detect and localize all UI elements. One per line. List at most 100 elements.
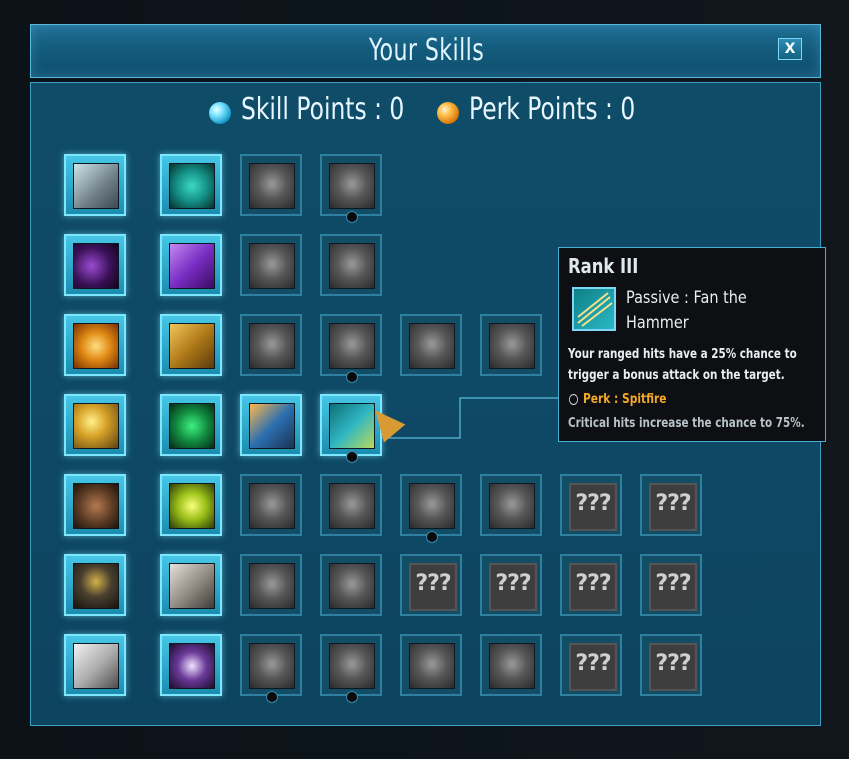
- skill-slot[interactable]: ???: [640, 474, 702, 536]
- skill-slot[interactable]: [64, 154, 126, 216]
- skill-slot[interactable]: ???: [640, 634, 702, 696]
- skill-slot[interactable]: ???: [560, 554, 622, 616]
- skill-slot[interactable]: [320, 554, 382, 616]
- bomb-icon: [249, 643, 295, 689]
- skill-slot[interactable]: [400, 634, 462, 696]
- tooltip-desc-line-2: trigger a bonus attack on the target.: [568, 368, 785, 383]
- skill-slot[interactable]: [320, 314, 382, 376]
- mine-icon: [489, 643, 535, 689]
- skill-slot[interactable]: [160, 394, 222, 456]
- locked-skill-label: ???: [495, 571, 531, 596]
- skill-slot[interactable]: [160, 474, 222, 536]
- skill-slot[interactable]: [160, 634, 222, 696]
- perk-points-text: Perk Points : 0: [469, 92, 636, 127]
- white-hood-icon: [73, 643, 119, 689]
- locked-skill-label: ???: [575, 651, 611, 676]
- question-rune-icon: [329, 243, 375, 289]
- crosshair-icon: [329, 323, 375, 369]
- skill-slot[interactable]: [160, 234, 222, 296]
- skill-slot[interactable]: [64, 234, 126, 296]
- skill-slot[interactable]: [320, 634, 382, 696]
- locked-icon: ???: [569, 483, 617, 531]
- rifle-target-icon: [249, 403, 295, 449]
- demon-head-icon: [489, 323, 535, 369]
- skill-points-text: Skill Points : 0: [241, 92, 405, 127]
- round-shield-icon: [489, 483, 535, 529]
- crossed-blades-icon: [249, 163, 295, 209]
- skill-slot[interactable]: [240, 314, 302, 376]
- skull-face-icon: [409, 323, 455, 369]
- locked-icon: ???: [649, 643, 697, 691]
- skill-slot[interactable]: [400, 314, 462, 376]
- prerequisite-dot-icon: [266, 691, 278, 703]
- tooltip-perk-label: Perk : Spitfire: [582, 392, 667, 407]
- armored-brute-icon: [73, 483, 119, 529]
- skill-slot[interactable]: [480, 314, 542, 376]
- shadow-figure-icon: [249, 563, 295, 609]
- perk-orb-icon: [437, 102, 459, 124]
- skill-slot[interactable]: [320, 234, 382, 296]
- hooded-rogue-icon: [73, 563, 119, 609]
- skill-slot[interactable]: [320, 154, 382, 216]
- locked-skill-label: ???: [655, 651, 691, 676]
- title-bar: Your Skills X: [30, 24, 821, 78]
- fire-totem-icon: [73, 323, 119, 369]
- prerequisite-dot-icon: [346, 371, 358, 383]
- locked-skill-label: ???: [655, 491, 691, 516]
- skill-slot[interactable]: [480, 634, 542, 696]
- skill-slot[interactable]: [160, 314, 222, 376]
- tooltip-skill-name: Passive : Fan the Hammer: [626, 288, 747, 333]
- tooltip-rank: Rank III: [568, 254, 639, 278]
- skill-slot[interactable]: [320, 474, 382, 536]
- skill-slot[interactable]: [240, 154, 302, 216]
- skill-slot[interactable]: [240, 234, 302, 296]
- skill-slot[interactable]: [64, 634, 126, 696]
- beast-shield-icon: [249, 483, 295, 529]
- locked-icon: ???: [569, 563, 617, 611]
- locked-skill-label: ???: [575, 491, 611, 516]
- prerequisite-dot-icon: [426, 531, 438, 543]
- purple-dragon-icon: [169, 243, 215, 289]
- wind-swirl-icon: [329, 483, 375, 529]
- skill-slot[interactable]: [480, 474, 542, 536]
- castle-tower-icon: [249, 243, 295, 289]
- skill-slot[interactable]: [160, 154, 222, 216]
- fan-hammer-icon: [572, 287, 616, 331]
- skill-slot[interactable]: ???: [640, 554, 702, 616]
- close-button[interactable]: X: [778, 38, 802, 60]
- skill-slot[interactable]: [240, 394, 302, 456]
- spiked-mace-icon: [73, 163, 119, 209]
- locked-icon: ???: [649, 563, 697, 611]
- claw-hand-icon: [169, 563, 215, 609]
- burst-face-icon: [329, 563, 375, 609]
- skill-slot[interactable]: ???: [560, 634, 622, 696]
- skill-slot[interactable]: [240, 634, 302, 696]
- locked-icon: ???: [649, 483, 697, 531]
- skill-slot[interactable]: [240, 554, 302, 616]
- explosion-icon: [329, 643, 375, 689]
- chain-shackles-icon: [329, 163, 375, 209]
- skill-slot[interactable]: [64, 474, 126, 536]
- skill-tooltip: Rank III Passive : Fan the Hammer Your r…: [558, 247, 826, 442]
- skill-slot[interactable]: ???: [480, 554, 542, 616]
- spiked-ball-icon: [169, 163, 215, 209]
- skill-slot[interactable]: [64, 554, 126, 616]
- locked-icon: ???: [489, 563, 537, 611]
- tooltip-perk: Perk : Spitfire: [569, 392, 666, 407]
- skill-slot[interactable]: [160, 554, 222, 616]
- skill-slot[interactable]: ???: [560, 474, 622, 536]
- glowing-golem-icon: [169, 483, 215, 529]
- skill-slot[interactable]: [400, 474, 462, 536]
- locked-skill-label: ???: [575, 571, 611, 596]
- locked-icon: ???: [409, 563, 457, 611]
- skill-orb-icon: [209, 102, 231, 124]
- gun-fire-icon: [73, 403, 119, 449]
- window-title: Your Skills: [368, 33, 485, 68]
- skill-slot[interactable]: [64, 394, 126, 456]
- skill-slot[interactable]: [64, 314, 126, 376]
- skill-slot[interactable]: [240, 474, 302, 536]
- tooltip-description: Your ranged hits have a 25% chance to tr…: [568, 344, 808, 386]
- tooltip-perk-description: Critical hits increase the chance to 75%…: [568, 416, 805, 431]
- dual-pistols-icon: [169, 323, 215, 369]
- skill-slot[interactable]: ???: [400, 554, 462, 616]
